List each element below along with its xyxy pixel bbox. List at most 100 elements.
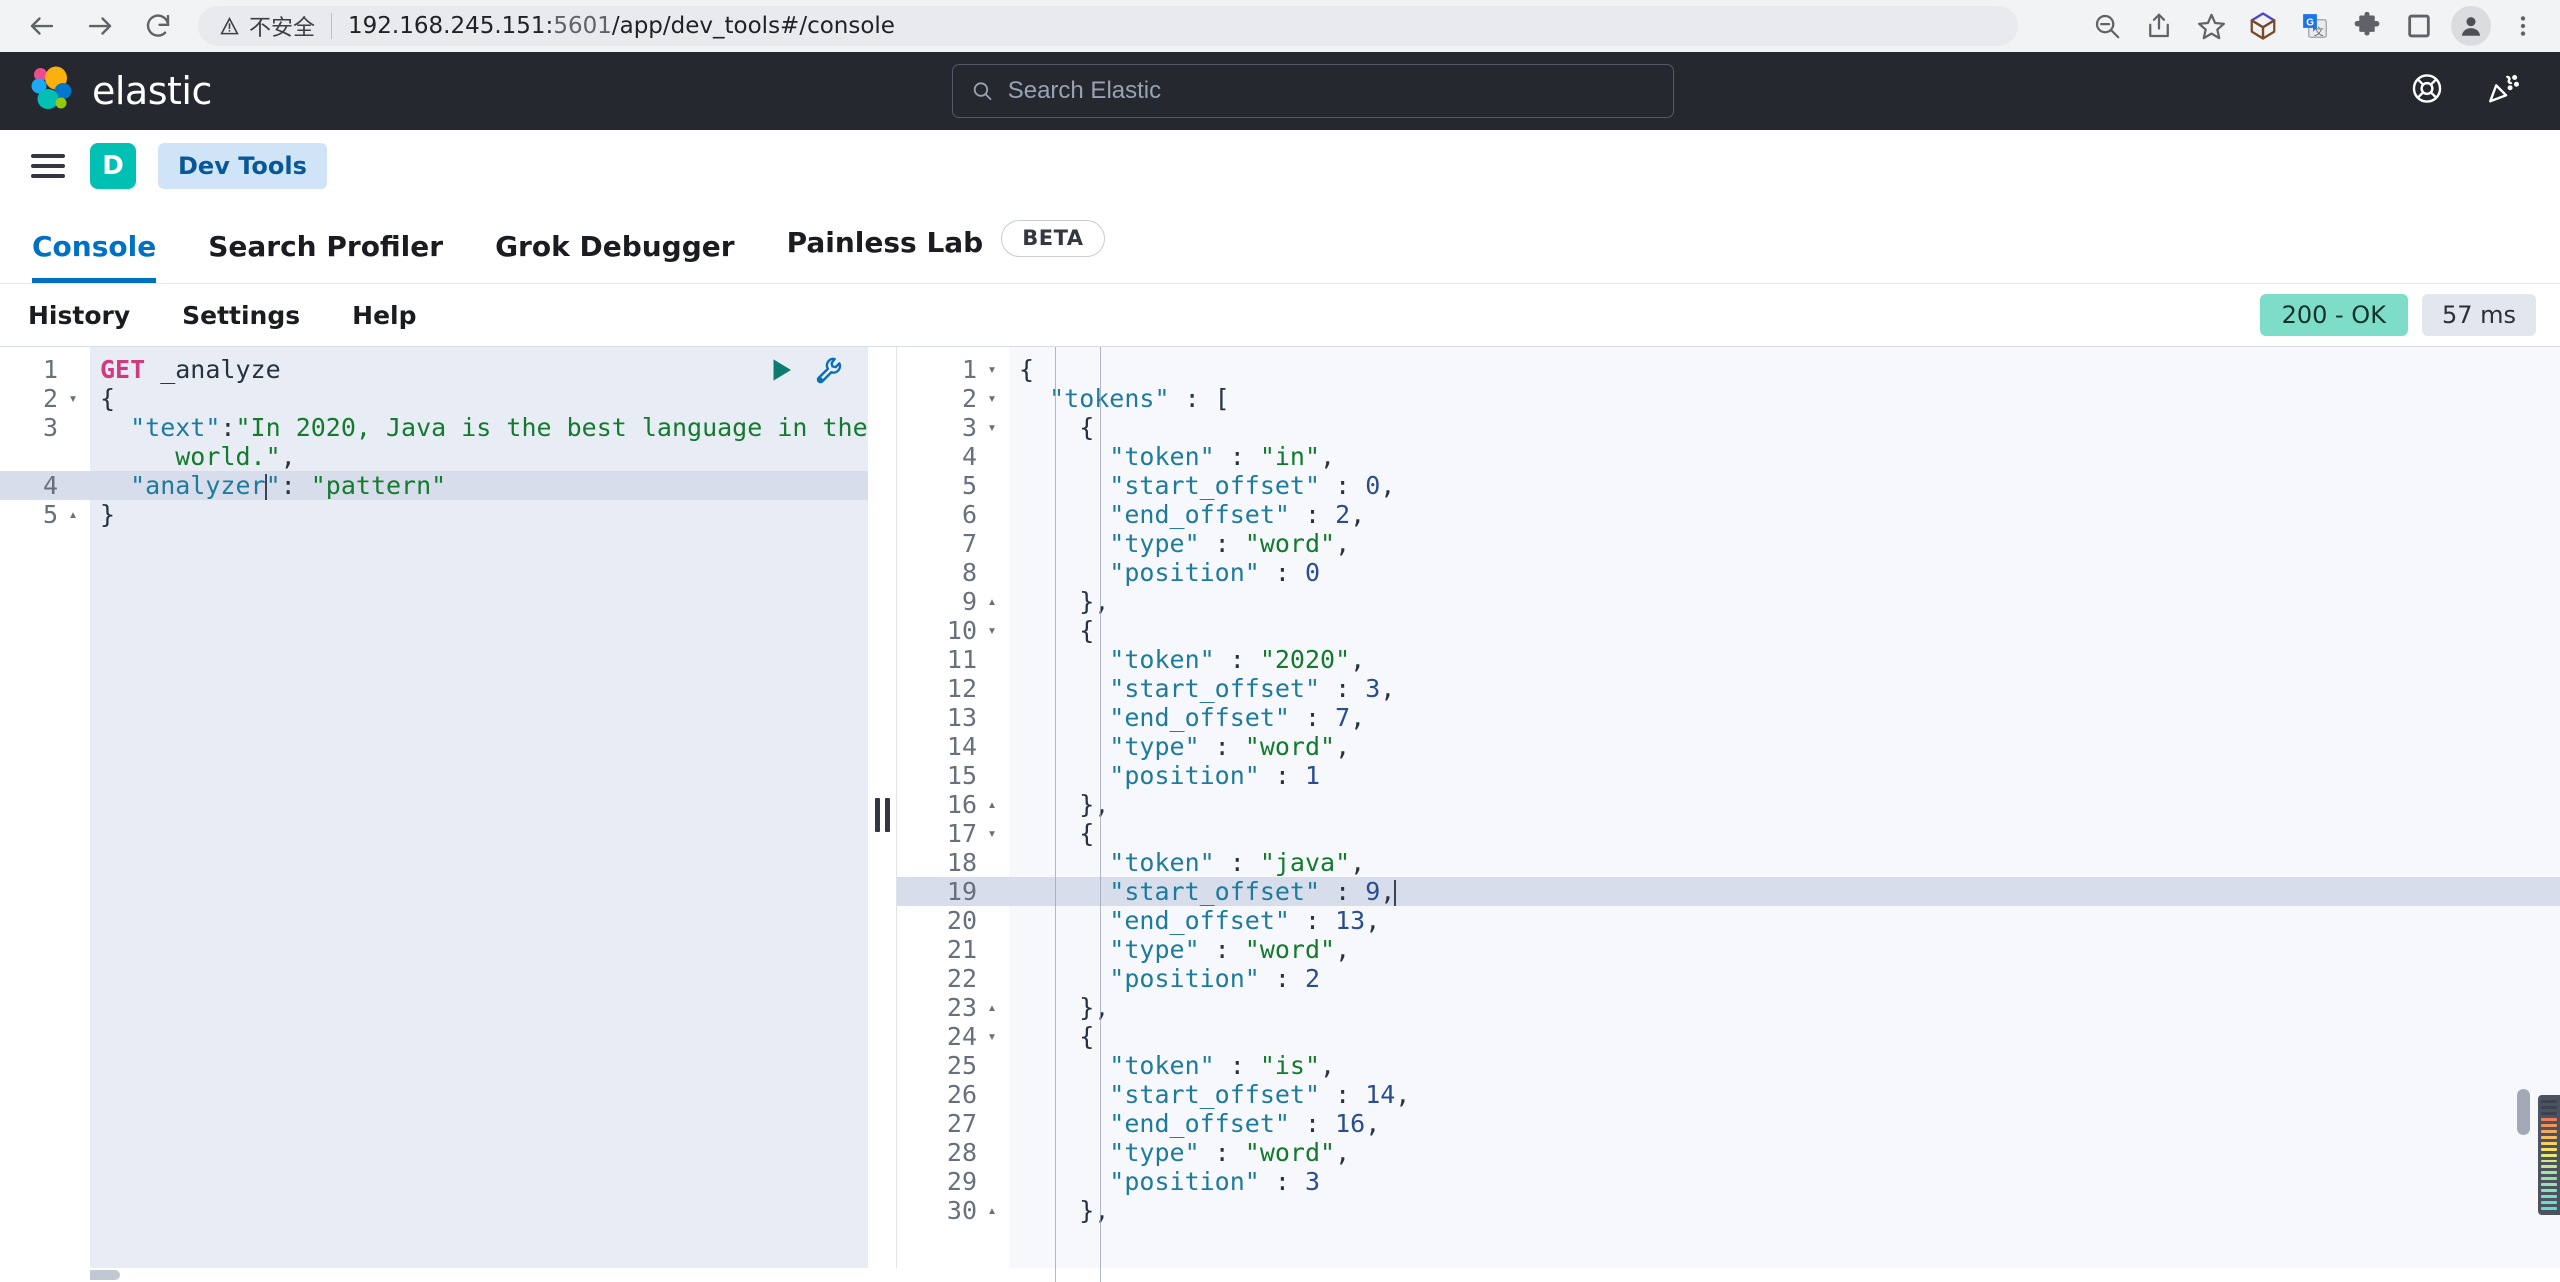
code-line[interactable]: "end_offset" : 2, <box>1009 500 2560 529</box>
browser-menu-button[interactable] <box>2498 1 2548 51</box>
minimap-strip <box>2541 1135 2557 1139</box>
breadcrumb-dev-tools[interactable]: Dev Tools <box>158 143 327 189</box>
code-token: "type" <box>1019 529 1200 558</box>
fold-toggle-icon[interactable]: ▴ <box>985 1203 999 1218</box>
code-line[interactable]: "token" : "2020", <box>1009 645 2560 674</box>
code-line[interactable]: GET _analyze <box>90 355 868 384</box>
code-line[interactable]: }, <box>1009 790 2560 819</box>
fold-toggle-icon[interactable]: ▾ <box>985 623 999 638</box>
code-line[interactable]: "type" : "word", <box>1009 935 2560 964</box>
code-line[interactable]: { <box>1009 616 2560 645</box>
code-line[interactable]: world.", <box>90 442 868 471</box>
code-line[interactable]: "type" : "word", <box>1009 732 2560 761</box>
forward-button[interactable] <box>74 0 126 52</box>
fold-toggle-icon[interactable]: ▴ <box>66 507 80 522</box>
reload-button[interactable] <box>132 0 184 52</box>
code-line[interactable]: "token" : "is", <box>1009 1051 2560 1080</box>
history-button[interactable]: History <box>28 301 130 330</box>
code-line[interactable]: "start_offset" : 3, <box>1009 674 2560 703</box>
code-line[interactable]: "position" : 3 <box>1009 1167 2560 1196</box>
address-bar[interactable]: 不安全 192.168.245.151:5601/app/dev_tools#/… <box>198 6 2018 46</box>
space-avatar[interactable]: D <box>90 143 136 189</box>
fold-toggle-icon[interactable]: ▴ <box>985 797 999 812</box>
code-line[interactable]: "end_offset" : 7, <box>1009 703 2560 732</box>
nav-menu-button[interactable] <box>28 146 68 186</box>
fold-toggle-icon[interactable]: ▾ <box>985 362 999 377</box>
code-line[interactable]: "position" : 2 <box>1009 964 2560 993</box>
bookmark-button[interactable] <box>2186 1 2236 51</box>
security-warning[interactable]: 不安全 <box>220 10 315 42</box>
response-pane[interactable]: 1▾2▾3▾4▾5▾6▾7▾8▾9▴10▾11▾12▾13▾14▾15▾16▴1… <box>896 346 2560 1282</box>
code-line[interactable]: "start_offset" : 9, <box>1009 877 2560 906</box>
code-line[interactable]: { <box>1009 819 2560 848</box>
line-number: 7▾ <box>961 529 977 558</box>
run-request-button[interactable] <box>766 355 796 390</box>
profile-button[interactable] <box>2446 1 2496 51</box>
tab-search-profiler[interactable]: Search Profiler <box>182 233 469 283</box>
code-line[interactable]: "end_offset" : 16, <box>1009 1109 2560 1138</box>
code-line[interactable]: { <box>1009 1022 2560 1051</box>
code-line[interactable]: "start_offset" : 14, <box>1009 1080 2560 1109</box>
code-token: _analyze <box>145 355 281 384</box>
response-minimap[interactable] <box>2538 1095 2560 1215</box>
code-token: }, <box>1019 587 1110 616</box>
console-split-view: 1▾2▾3▾▾4▾5▴ GET _analyze{ "text":"In 202… <box>0 346 2560 1282</box>
beta-badge: BETA <box>1001 220 1105 257</box>
help-button[interactable] <box>2410 72 2444 111</box>
elastic-logo-link[interactable]: elastic <box>30 66 212 116</box>
code-line[interactable]: "end_offset" : 13, <box>1009 906 2560 935</box>
code-line[interactable]: { <box>90 384 868 413</box>
code-line[interactable]: "analyzer": "pattern" <box>90 471 868 500</box>
code-line[interactable]: "position" : 1 <box>1009 761 2560 790</box>
code-line[interactable]: "type" : "word", <box>1009 529 2560 558</box>
profile-avatar-icon <box>2461 17 2481 36</box>
fold-toggle-icon[interactable]: ▴ <box>985 594 999 609</box>
code-line[interactable]: } <box>90 500 868 529</box>
code-line[interactable]: "position" : 0 <box>1009 558 2560 587</box>
tab-grok-debugger[interactable]: Grok Debugger <box>469 233 761 283</box>
code-line[interactable]: "text":"In 2020, Java is the best langua… <box>90 413 868 442</box>
fold-toggle-icon[interactable]: ▾ <box>985 1029 999 1044</box>
settings-button[interactable]: Settings <box>182 301 300 330</box>
share-button[interactable] <box>2134 1 2184 51</box>
line-number: 22▾ <box>946 964 977 993</box>
response-vertical-scrollbar[interactable] <box>2517 1089 2530 1135</box>
code-line[interactable]: "token" : "in", <box>1009 442 2560 471</box>
side-panel-button[interactable] <box>2394 1 2444 51</box>
help-button-console[interactable]: Help <box>352 301 416 330</box>
fold-toggle-icon[interactable]: ▾ <box>66 391 80 406</box>
fold-toggle-icon[interactable]: ▾ <box>985 826 999 841</box>
response-output[interactable]: { "tokens" : [ { "token" : "in", "start_… <box>1009 347 2560 1282</box>
code-token: }, <box>1019 993 1110 1022</box>
tab-console[interactable]: Console <box>28 233 182 283</box>
back-button[interactable] <box>16 0 68 52</box>
cube-extension-button[interactable] <box>2238 1 2288 51</box>
fold-toggle-icon[interactable]: ▾ <box>985 391 999 406</box>
tab-painless-lab[interactable]: Painless Lab BETA <box>761 220 1131 283</box>
global-search-box[interactable] <box>952 64 1674 118</box>
code-line[interactable]: }, <box>1009 1196 2560 1225</box>
code-line[interactable]: { <box>1009 355 2560 384</box>
code-token: "In 2020, Java is the best language in t… <box>235 413 868 442</box>
whats-new-button[interactable] <box>2486 72 2520 111</box>
code-token: { <box>1019 616 1095 645</box>
omnibox-divider <box>331 13 333 39</box>
code-line[interactable]: "start_offset" : 0, <box>1009 471 2560 500</box>
request-options-button[interactable] <box>814 355 844 390</box>
extensions-button[interactable] <box>2342 1 2392 51</box>
pane-splitter[interactable] <box>868 346 896 1282</box>
code-line[interactable]: { <box>1009 413 2560 442</box>
code-line[interactable]: "token" : "java", <box>1009 848 2560 877</box>
code-line[interactable]: "tokens" : [ <box>1009 384 2560 413</box>
request-editor-pane[interactable]: 1▾2▾3▾▾4▾5▴ GET _analyze{ "text":"In 202… <box>0 346 868 1282</box>
code-line[interactable]: "type" : "word", <box>1009 1138 2560 1167</box>
fold-toggle-icon[interactable]: ▴ <box>985 1000 999 1015</box>
fold-toggle-icon[interactable]: ▾ <box>985 420 999 435</box>
google-translate-button[interactable]: G 文 <box>2290 1 2340 51</box>
line-number: 1▾ <box>42 355 58 384</box>
code-line[interactable]: }, <box>1009 587 2560 616</box>
request-editor[interactable]: GET _analyze{ "text":"In 2020, Java is t… <box>90 347 868 1282</box>
code-line[interactable]: }, <box>1009 993 2560 1022</box>
search-input[interactable] <box>1007 77 1655 105</box>
zoom-out-button[interactable] <box>2082 1 2132 51</box>
